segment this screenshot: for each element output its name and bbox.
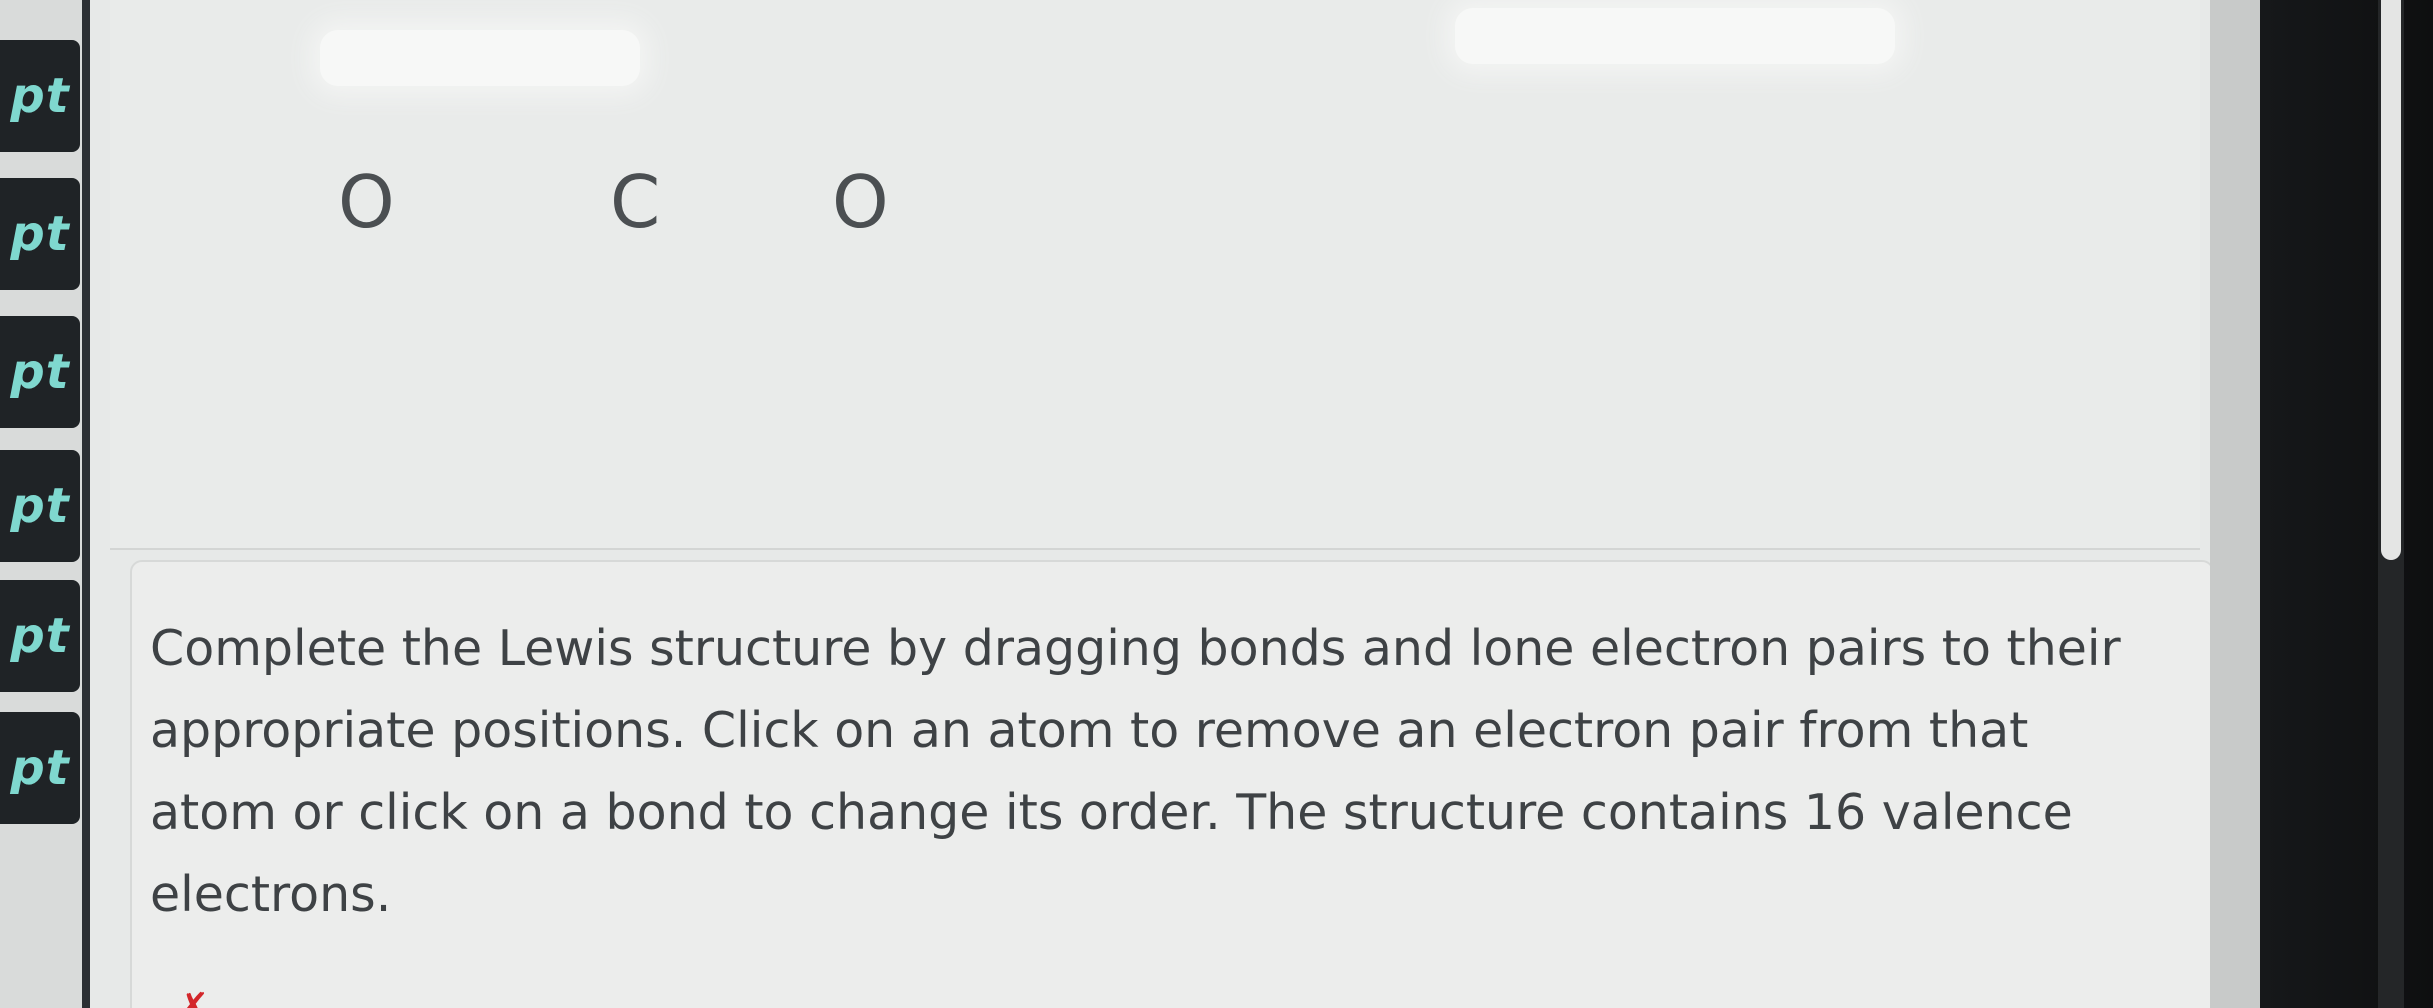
toolbar-label-blurred: [320, 30, 640, 86]
points-tab-label: pt: [10, 344, 70, 400]
instructions-text: Complete the Lewis structure by dragging…: [150, 620, 2121, 923]
points-tab-5[interactable]: pt: [0, 580, 80, 692]
scrollbar-thumb[interactable]: [2381, 0, 2401, 560]
points-tab-1[interactable]: pt: [0, 40, 80, 152]
points-tab-label: pt: [10, 206, 70, 262]
panel-edge: [2210, 0, 2260, 1008]
toolbar-label-blurred: [1455, 8, 1895, 64]
points-tab-label: pt: [10, 478, 70, 534]
points-tab-2[interactable]: pt: [0, 178, 80, 290]
incorrect-mark-icon: ✗: [176, 985, 210, 1008]
oxygen-atom-right[interactable]: O: [832, 160, 889, 244]
points-sidebar: pt pt pt pt pt pt: [0, 0, 82, 1008]
points-tab-label: pt: [10, 608, 70, 664]
points-tab-4[interactable]: pt: [0, 450, 80, 562]
oxygen-atom-left[interactable]: O: [338, 160, 395, 244]
points-tab-label: pt: [10, 740, 70, 796]
points-tab-6[interactable]: pt: [0, 712, 80, 824]
lewis-structure-canvas[interactable]: O C O: [110, 0, 2200, 550]
points-tab-label: pt: [10, 68, 70, 124]
points-tab-3[interactable]: pt: [0, 316, 80, 428]
carbon-atom[interactable]: C: [610, 160, 660, 244]
screen: pt pt pt pt pt pt O C O Complete the Lew…: [0, 0, 2433, 1008]
